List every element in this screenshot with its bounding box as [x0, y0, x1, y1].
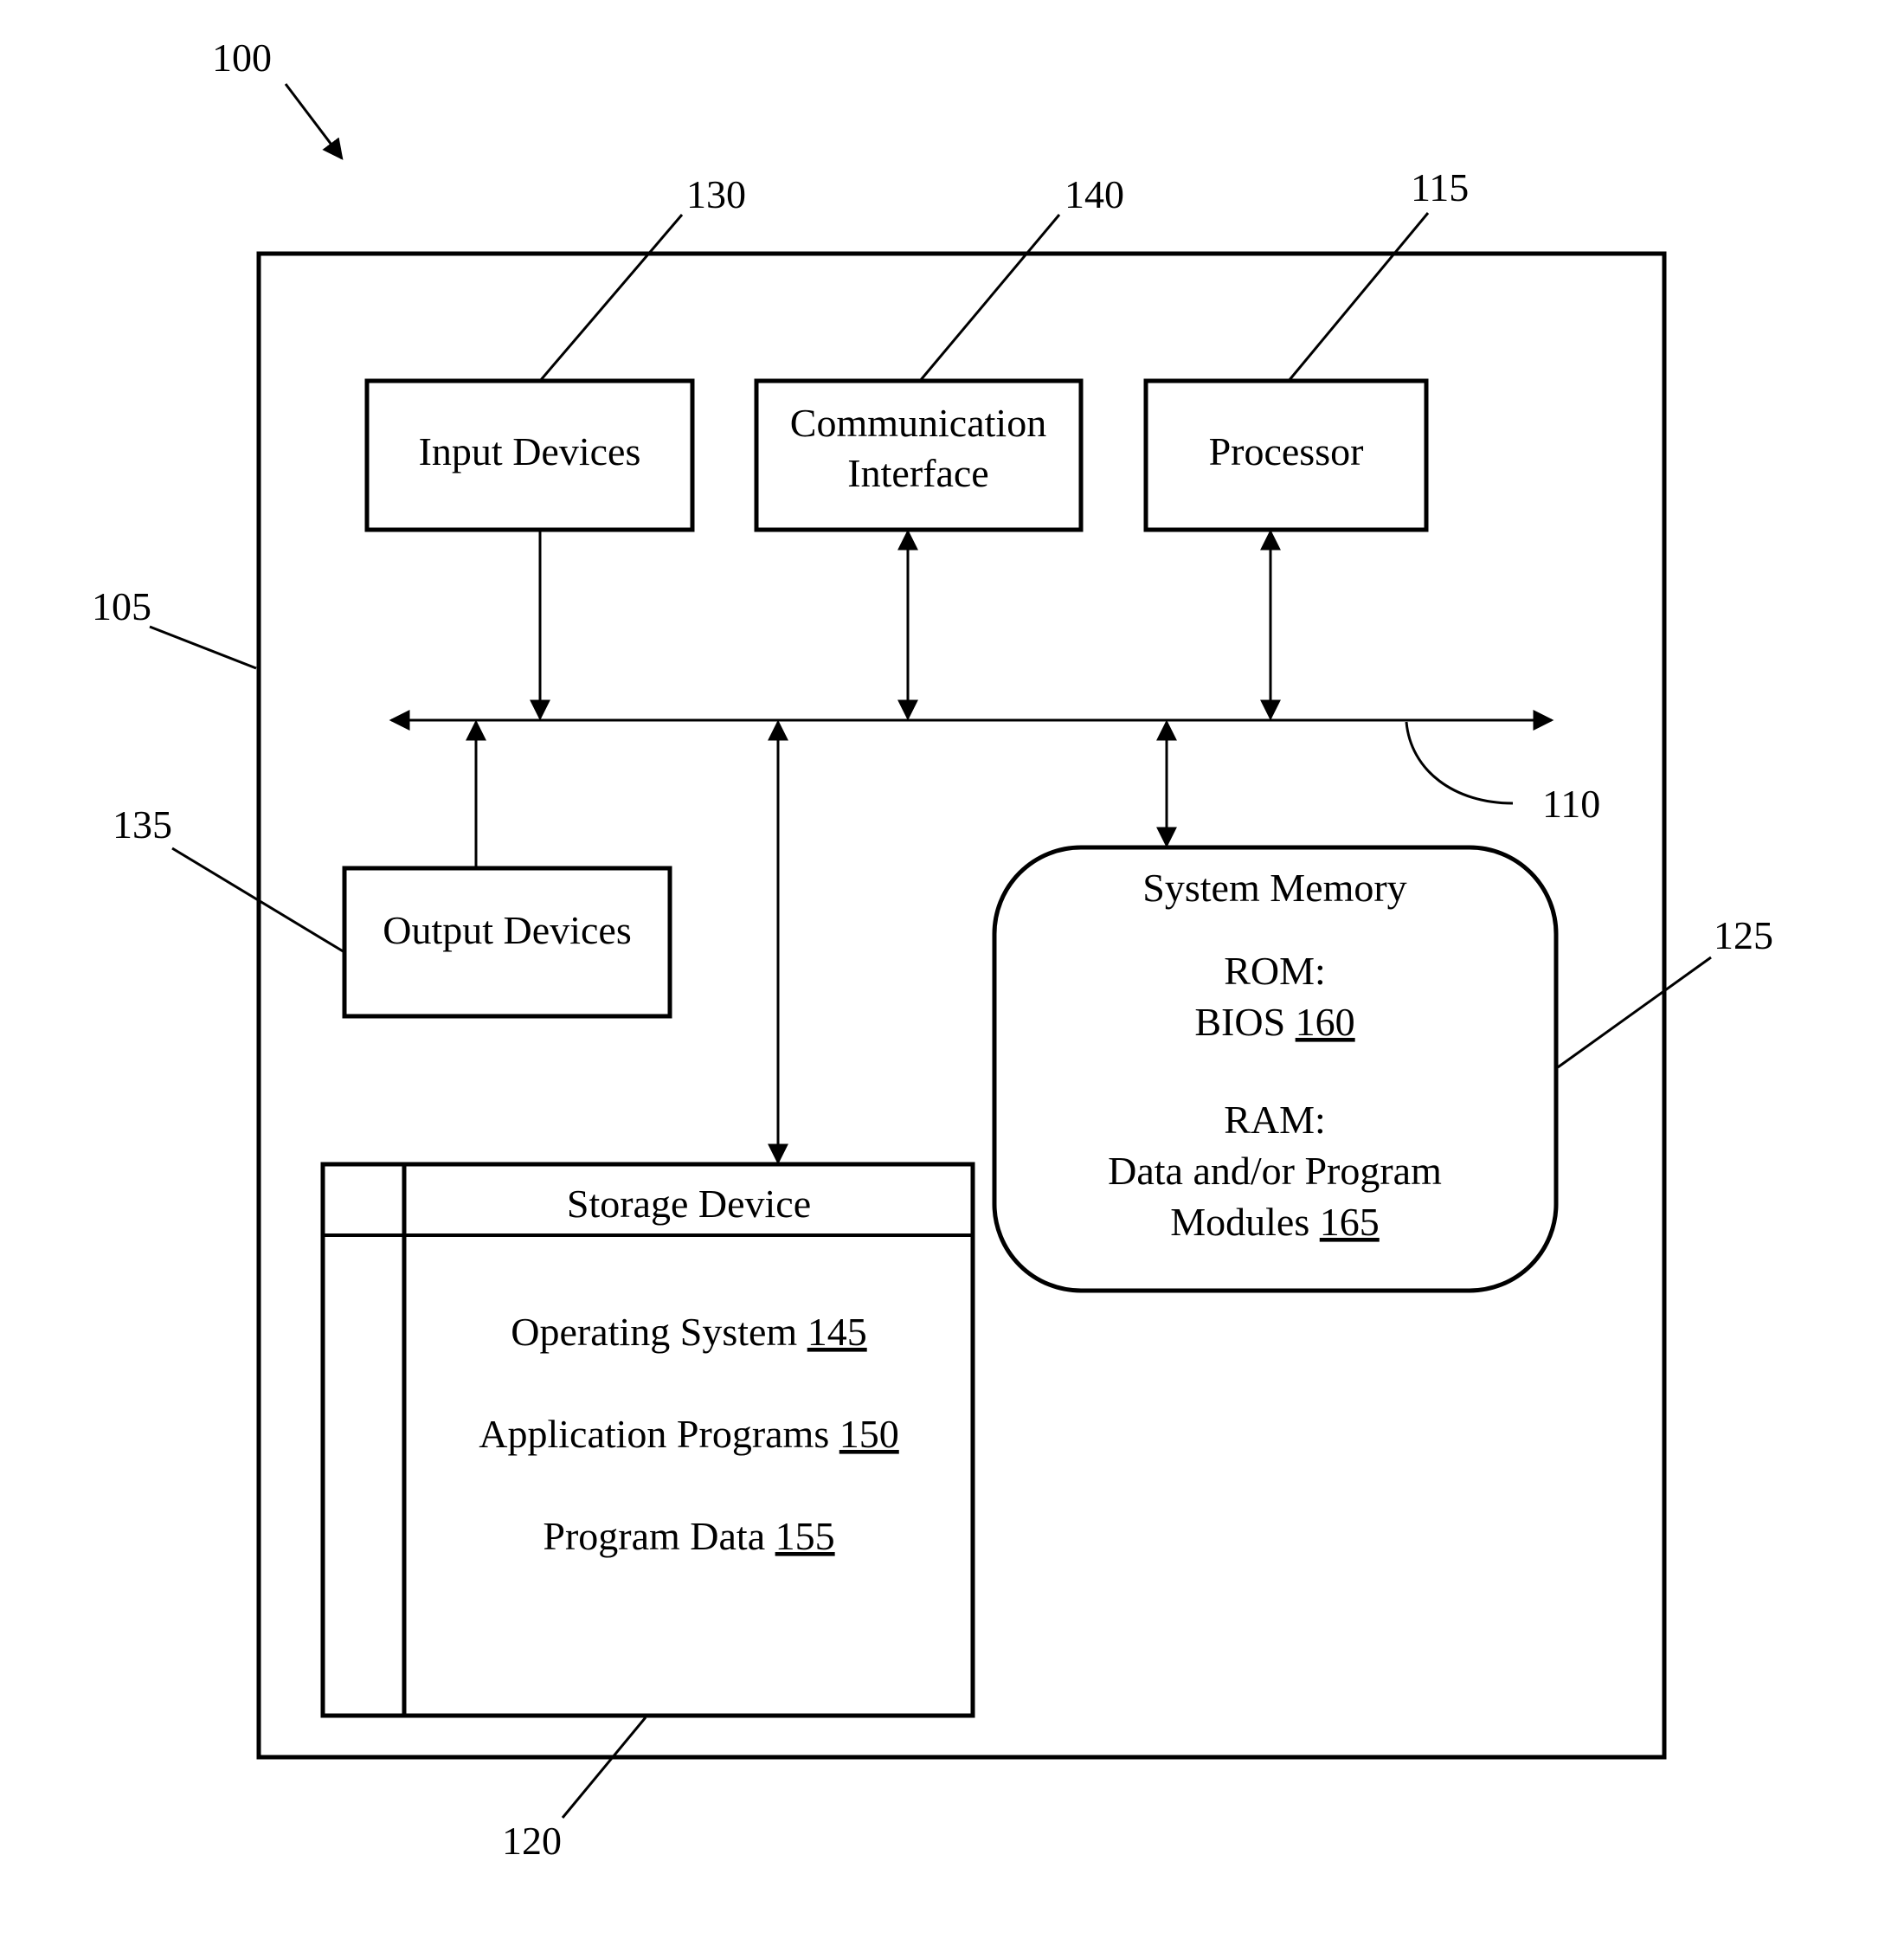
modules-ref: 165	[1320, 1200, 1380, 1244]
figure-ref-label: 100	[212, 35, 272, 80]
bios-label: BIOS 160	[1194, 1000, 1354, 1044]
system-memory-title: System Memory	[1142, 866, 1406, 910]
storage-item-ref: 155	[775, 1514, 835, 1558]
input-devices-label: Input Devices	[419, 429, 641, 473]
system-ref-label: 105	[92, 584, 151, 628]
rom-label: ROM:	[1224, 949, 1326, 993]
storage-item-text: Program Data	[543, 1514, 775, 1558]
storage-item-application-programs: Application Programs 150	[479, 1412, 899, 1456]
system-memory-ref-label: 125	[1714, 913, 1773, 957]
modules-label: Modules 165	[1170, 1200, 1380, 1244]
processor-label: Processor	[1209, 429, 1364, 473]
input-devices-ref-label: 130	[686, 172, 746, 216]
ram-label: RAM:	[1224, 1098, 1326, 1142]
bios-ref: 160	[1296, 1000, 1355, 1044]
output-devices-ref-label: 135	[113, 802, 172, 847]
storage-item-ref: 145	[807, 1310, 867, 1354]
storage-device-title: Storage Device	[567, 1182, 811, 1226]
communication-interface-label-line2: Interface	[847, 451, 988, 495]
communication-interface-ref-label: 140	[1065, 172, 1124, 216]
block-diagram: 100 105 Input Devices 130 Communication …	[92, 35, 1773, 1863]
storage-item-text: Operating System	[511, 1310, 807, 1354]
bios-text: BIOS	[1194, 1000, 1295, 1044]
storage-item-program-data: Program Data 155	[543, 1514, 834, 1558]
communication-interface-label-line1: Communication	[790, 401, 1046, 445]
system-ref-leader	[149, 625, 257, 670]
ram-data-program-label: Data and/or Program	[1108, 1149, 1442, 1193]
storage-item-operating-system: Operating System 145	[511, 1310, 866, 1354]
storage-item-text: Application Programs	[479, 1412, 839, 1456]
processor-ref-label: 115	[1411, 165, 1469, 209]
output-devices-label: Output Devices	[383, 908, 631, 952]
storage-item-ref: 150	[839, 1412, 899, 1456]
modules-text: Modules	[1170, 1200, 1320, 1244]
figure-ref-arrow	[284, 83, 344, 160]
bus-ref-label: 110	[1542, 782, 1600, 826]
storage-device-ref-label: 120	[502, 1819, 562, 1863]
